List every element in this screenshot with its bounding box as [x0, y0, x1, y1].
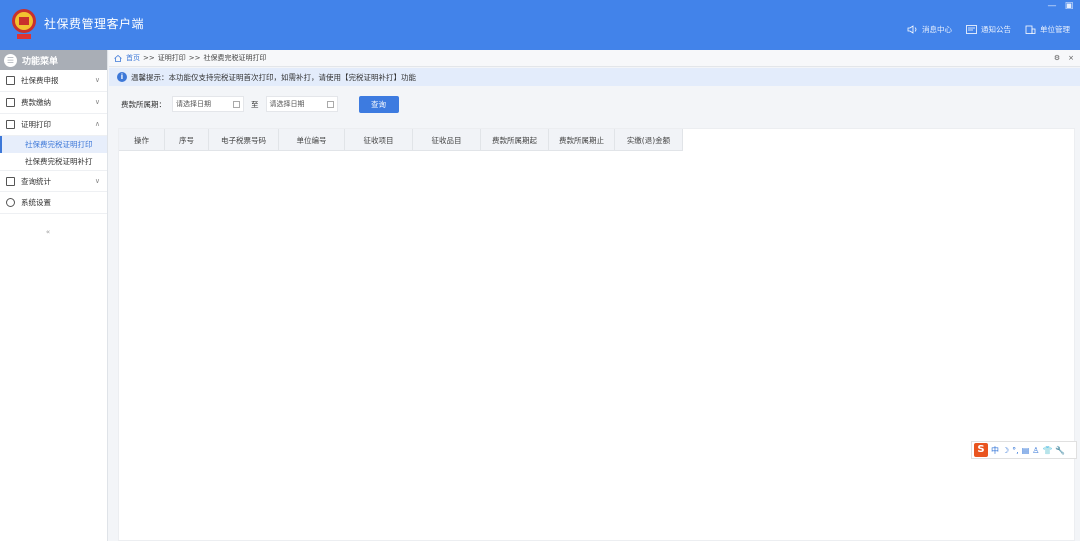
chart-icon — [6, 176, 15, 186]
skin-icon[interactable]: 👕 — [1042, 446, 1052, 455]
sidebar-item-declare[interactable]: 社保费申报 ∨ — [0, 70, 107, 92]
unit-manage-button[interactable]: 单位管理 — [1025, 24, 1070, 35]
speaker-icon — [907, 25, 917, 34]
start-date-placeholder: 请选择日期 — [176, 100, 211, 108]
pay-icon — [6, 98, 15, 107]
ime-toolbar[interactable]: S 中 ☽ °, ▤ ♙ 👕 🔧 — [971, 441, 1077, 459]
tip-text: 温馨提示：本功能仅支持完税证明首次打印，如需补打，请使用【完税证明补打】功能 — [131, 72, 416, 82]
filter-row: 费款所属期： 请选择日期 至 请选择日期 查询 — [121, 95, 399, 113]
sogou-logo-icon[interactable]: S — [974, 443, 988, 457]
settings-icon[interactable]: ⚙ — [1054, 54, 1060, 62]
menu-icon: ☰ — [4, 53, 17, 67]
sidebar-item-query[interactable]: 查询统计 ∨ — [0, 170, 107, 192]
breadcrumb-separator: >> — [188, 54, 201, 62]
notice-label: 通知公告 — [981, 25, 1011, 34]
app-header: 社保费管理客户端 — ▣ 消息中心 通知公告 单位管理 — [0, 0, 1080, 50]
sidebar-item-label: 社保费申报 — [21, 76, 59, 85]
wrench-icon[interactable]: 🔧 — [1055, 446, 1065, 455]
sidebar-title: 功能菜单 — [22, 56, 59, 67]
punctuation-icon[interactable]: °, — [1012, 446, 1019, 455]
app-title: 社保费管理客户端 — [44, 17, 145, 31]
gear-icon — [6, 198, 15, 207]
header-actions: 消息中心 通知公告 单位管理 — [907, 24, 1070, 35]
chevron-down-icon: ∨ — [94, 98, 100, 106]
sidebar-item-label: 证明打印 — [21, 120, 51, 129]
unit-manage-label: 单位管理 — [1040, 25, 1070, 34]
column-header[interactable]: 费款所属期止 — [549, 129, 615, 151]
sidebar-collapse-button[interactable]: « — [43, 227, 53, 237]
chevron-up-icon: ∧ — [94, 120, 100, 128]
keyboard-icon[interactable]: ▤ — [1022, 446, 1030, 455]
sidebar-subitem-print-cert[interactable]: 社保费完税证明打印 — [0, 136, 107, 153]
breadcrumb-level1[interactable]: 证明打印 — [158, 53, 186, 63]
info-icon: i — [117, 72, 127, 82]
maximize-button[interactable]: ▣ — [1064, 1, 1074, 11]
column-header[interactable]: 征收项目 — [345, 129, 413, 151]
table-header: 操作 序号 电子税票号码 单位编号 征收项目 征收品目 费款所属期起 费款所属期… — [119, 129, 683, 151]
building-icon — [1025, 25, 1036, 34]
sidebar-item-label: 费款缴纳 — [21, 98, 51, 107]
results-table: 操作 序号 电子税票号码 单位编号 征收项目 征收品目 费款所属期起 费款所属期… — [118, 128, 1075, 541]
column-header[interactable]: 实缴(退)金额 — [615, 129, 683, 151]
close-icon[interactable]: × — [1068, 54, 1074, 62]
message-center-button[interactable]: 消息中心 — [907, 24, 952, 35]
column-header[interactable]: 电子税票号码 — [209, 129, 279, 151]
breadcrumb-home[interactable]: 首页 — [126, 53, 140, 63]
column-header[interactable]: 操作 — [119, 129, 165, 151]
period-label: 费款所属期： — [121, 99, 166, 109]
tax-emblem-icon — [12, 9, 36, 39]
minimize-button[interactable]: — — [1047, 1, 1057, 11]
column-header[interactable]: 费款所属期起 — [481, 129, 549, 151]
sidebar-item-label: 系统设置 — [21, 198, 51, 207]
sidebar-header: ☰ 功能菜单 — [0, 50, 107, 70]
breadcrumb-current: 社保费完税证明打印 — [203, 54, 267, 62]
message-icon — [966, 25, 977, 34]
column-header[interactable]: 征收品目 — [413, 129, 481, 151]
moon-icon[interactable]: ☽ — [1002, 446, 1009, 455]
column-header[interactable]: 序号 — [165, 129, 209, 151]
print-icon — [6, 120, 15, 129]
sidebar-item-print[interactable]: 证明打印 ∧ — [0, 114, 107, 136]
calendar-icon — [326, 101, 334, 108]
window-controls: — ▣ — [1047, 1, 1074, 11]
column-header[interactable]: 单位编号 — [279, 129, 345, 151]
tip-banner: i 温馨提示：本功能仅支持完税证明首次打印，如需补打，请使用【完税证明补打】功能 — [109, 68, 1080, 86]
chevron-down-icon: ∨ — [94, 177, 100, 185]
sidebar-item-pay[interactable]: 费款缴纳 ∨ — [0, 92, 107, 114]
breadcrumb-separator: >> — [143, 54, 155, 62]
user-icon[interactable]: ♙ — [1032, 446, 1039, 455]
end-date-placeholder: 请选择日期 — [269, 100, 305, 108]
sidebar-item-label: 查询统计 — [21, 176, 51, 186]
tab-tools: ⚙ × — [1054, 54, 1074, 62]
end-date-input[interactable]: 请选择日期 — [265, 96, 338, 112]
to-label: 至 — [251, 99, 259, 109]
sidebar: ☰ 功能菜单 社保费申报 ∨ 费款缴纳 ∨ 证明打印 ∧ 社保费完税证明打印 社… — [0, 50, 108, 541]
chevron-down-icon: ∨ — [94, 76, 100, 84]
message-center-label: 消息中心 — [922, 25, 952, 34]
query-button[interactable]: 查询 — [358, 95, 399, 113]
sidebar-item-settings[interactable]: 系统设置 — [0, 192, 107, 214]
ime-chinese-mode[interactable]: 中 — [991, 445, 999, 456]
sidebar-subitem-reprint-cert[interactable]: 社保费完税证明补打 — [0, 153, 107, 170]
home-icon — [114, 54, 122, 62]
main-panel: 首页 >> 证明打印 >> 社保费完税证明打印 ⚙ × i 温馨提示：本功能仅支… — [109, 50, 1080, 541]
breadcrumb: 首页 >> 证明打印 >> 社保费完税证明打印 ⚙ × — [109, 50, 1080, 67]
start-date-input[interactable]: 请选择日期 — [172, 96, 244, 112]
notice-button[interactable]: 通知公告 — [966, 24, 1011, 35]
declare-icon — [6, 76, 15, 85]
calendar-icon — [233, 101, 240, 108]
